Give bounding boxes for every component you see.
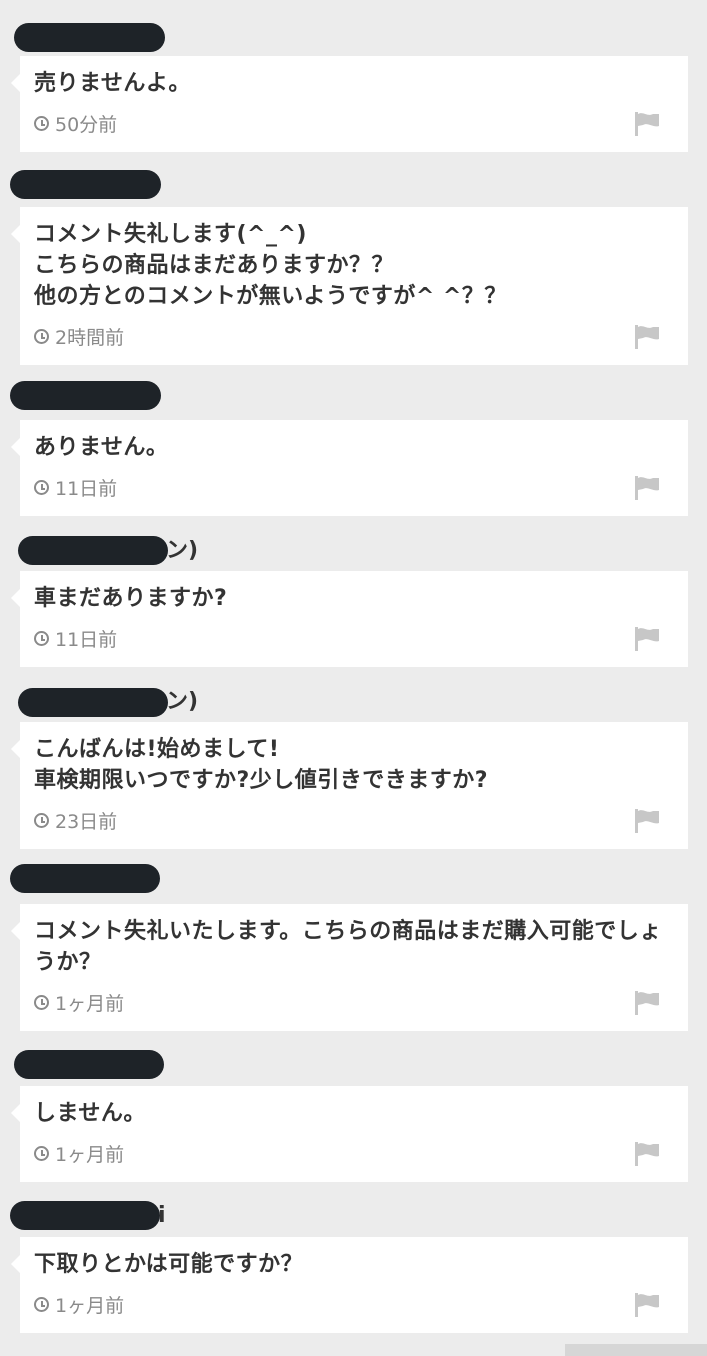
comment-meta: 11日前: [34, 625, 117, 652]
comment-time: 50分前: [55, 114, 118, 136]
comment-meta: 11日前: [34, 474, 117, 501]
comment-text: 売りませんよ。: [34, 71, 191, 96]
flag-icon[interactable]: [634, 475, 660, 501]
comment-bubble: しません。 1ヶ月前: [11, 1086, 688, 1182]
redacted-username: [10, 1201, 160, 1230]
comment-time: 1ヶ月前: [55, 1144, 125, 1166]
comment-time: 11日前: [55, 478, 118, 500]
comment-meta: 2時間前: [34, 323, 124, 350]
clock-icon: [34, 995, 49, 1010]
comment-bubble: コメント失礼します(^_^) こちらの商品はまだありますか？？ 他の方とのコメン…: [11, 207, 688, 365]
comment-meta: 50分前: [34, 110, 117, 137]
comment-bubble: ありません。 11日前: [11, 420, 688, 516]
clock-icon: [34, 1146, 49, 1161]
comment-meta: 23日前: [34, 807, 117, 834]
flag-icon[interactable]: [634, 324, 660, 350]
clock-icon: [34, 480, 49, 495]
comment-text: コメント失礼します(^_^) こちらの商品はまだありますか？？ 他の方とのコメン…: [34, 222, 507, 309]
flag-icon[interactable]: [634, 1141, 660, 1167]
flag-icon[interactable]: [634, 111, 660, 137]
comment-meta: 1ヶ月前: [34, 1140, 124, 1167]
comment-text: 下取りとかは可能ですか？: [34, 1252, 304, 1277]
redacted-username: [18, 688, 168, 717]
clock-icon: [34, 813, 49, 828]
flag-icon[interactable]: [634, 1292, 660, 1318]
comment-bubble: コメント失礼いたします。こちらの商品はまだ購入可能でしょうか？ 1ヶ月前: [11, 904, 688, 1031]
username-suffix: ン): [166, 689, 199, 714]
clock-icon: [34, 116, 49, 131]
comment-text: 車まだありますか?: [34, 586, 228, 611]
comment-time: 23日前: [55, 811, 118, 833]
redacted-username: [14, 1050, 164, 1079]
comment-bubble: 下取りとかは可能ですか？ 1ヶ月前: [11, 1237, 688, 1333]
comment-time: 11日前: [55, 629, 118, 651]
comment-text: こんばんは!始めまして! 車検期限いつですか?少し値引きできますか?: [34, 737, 489, 793]
username-suffix: ン): [166, 538, 199, 563]
comment-meta: 1ヶ月前: [34, 989, 124, 1016]
comment-bubble: こんばんは!始めまして! 車検期限いつですか?少し値引きできますか? 23日前: [11, 722, 688, 849]
flag-icon[interactable]: [634, 990, 660, 1016]
comment-text: しません。: [34, 1101, 146, 1126]
comment-bubble: 売りませんよ。 50分前: [11, 56, 688, 152]
redacted-username: [14, 23, 165, 52]
redacted-username: [18, 536, 168, 565]
comment-bubble: 車まだありますか? 11日前: [11, 571, 688, 667]
comment-meta: 1ヶ月前: [34, 1291, 124, 1318]
username-suffix: i: [158, 1203, 166, 1228]
comment-text: ありません。: [34, 435, 169, 460]
comment-time: 1ヶ月前: [55, 1295, 125, 1317]
comment-text: コメント失礼いたします。こちらの商品はまだ購入可能でしょうか？: [34, 919, 662, 975]
scroll-indicator: [565, 1344, 707, 1356]
redacted-username: [10, 864, 160, 893]
clock-icon: [34, 1297, 49, 1312]
flag-icon[interactable]: [634, 626, 660, 652]
redacted-username: [10, 381, 161, 410]
comment-time: 2時間前: [55, 327, 125, 349]
flag-icon[interactable]: [634, 808, 660, 834]
comment-time: 1ヶ月前: [55, 993, 125, 1015]
redacted-username: [10, 170, 161, 199]
clock-icon: [34, 631, 49, 646]
clock-icon: [34, 329, 49, 344]
